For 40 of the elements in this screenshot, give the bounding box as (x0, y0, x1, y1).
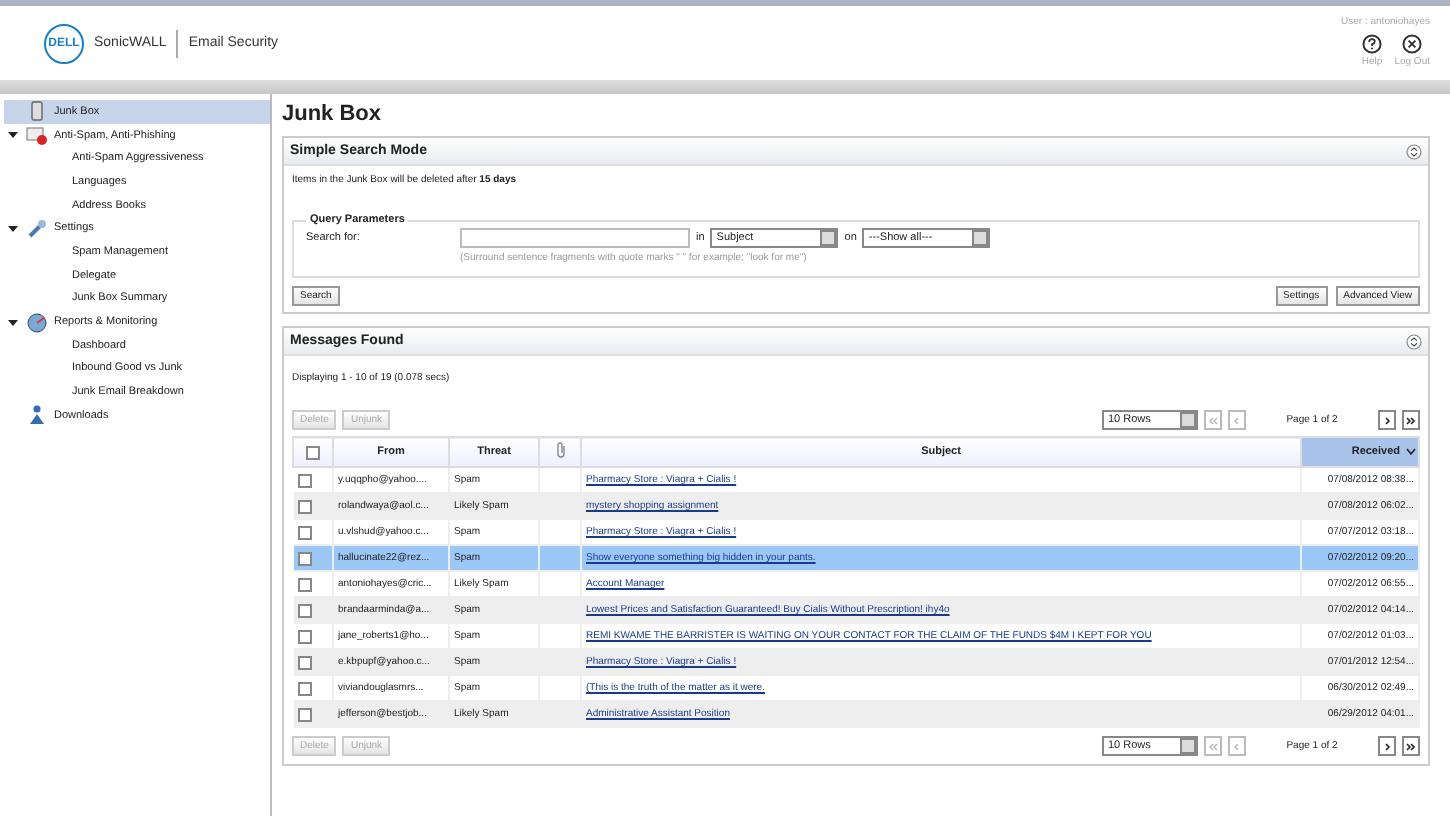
first-page-button[interactable] (1204, 410, 1222, 430)
last-page-button[interactable] (1402, 410, 1420, 430)
double-chevron-icon (1208, 415, 1218, 425)
row-checkbox[interactable] (297, 681, 311, 695)
collapse-icon[interactable] (1406, 143, 1422, 159)
first-page-button[interactable] (1204, 736, 1222, 756)
row-checkbox[interactable] (297, 707, 311, 721)
expand-arrow-icon[interactable] (8, 317, 18, 328)
next-page-button[interactable] (1378, 410, 1396, 430)
previous-page-button[interactable] (1228, 736, 1246, 756)
chevron-icon (1232, 741, 1242, 751)
last-page-button[interactable] (1402, 736, 1420, 756)
wrench-icon (26, 217, 48, 240)
close-icon (1402, 34, 1423, 54)
double-chevron-icon (1406, 741, 1416, 751)
help-icon (1362, 34, 1383, 54)
previous-page-button[interactable] (1228, 410, 1246, 430)
row-checkbox[interactable] (297, 551, 311, 565)
row-checkbox[interactable] (297, 525, 311, 539)
expand-arrow-icon[interactable] (8, 223, 18, 234)
select-all-checkbox[interactable] (306, 445, 320, 459)
page-title: Junk Box (282, 102, 384, 126)
next-page-button[interactable] (1378, 736, 1396, 756)
chevron-icon (1232, 415, 1242, 425)
paperclip-icon (553, 442, 567, 458)
row-checkbox[interactable] (297, 577, 311, 591)
row-checkbox[interactable] (297, 629, 311, 643)
row-checkbox[interactable] (297, 499, 311, 513)
chevron-icon (1382, 415, 1392, 425)
row-checkbox[interactable] (297, 655, 311, 669)
double-chevron-icon (1208, 741, 1218, 751)
trash-can-icon (26, 100, 48, 123)
chevron-icon (1382, 741, 1392, 751)
envelope-icon (26, 124, 48, 147)
expand-arrow-icon[interactable] (8, 130, 18, 141)
double-chevron-icon (1406, 415, 1416, 425)
search-field[interactable] (460, 228, 690, 248)
collapse-icon[interactable] (1406, 333, 1422, 349)
row-checkbox[interactable] (297, 473, 311, 487)
row-checkbox[interactable] (297, 603, 311, 617)
